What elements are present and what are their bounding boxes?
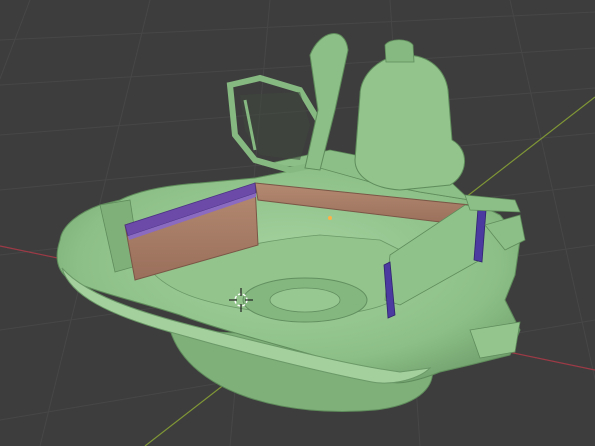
car-rear-model[interactable] (56, 33, 526, 413)
front-seat (354, 54, 465, 191)
b-pillar (304, 33, 349, 171)
object-origin-icon (328, 216, 332, 220)
3d-viewport[interactable] (0, 0, 595, 446)
